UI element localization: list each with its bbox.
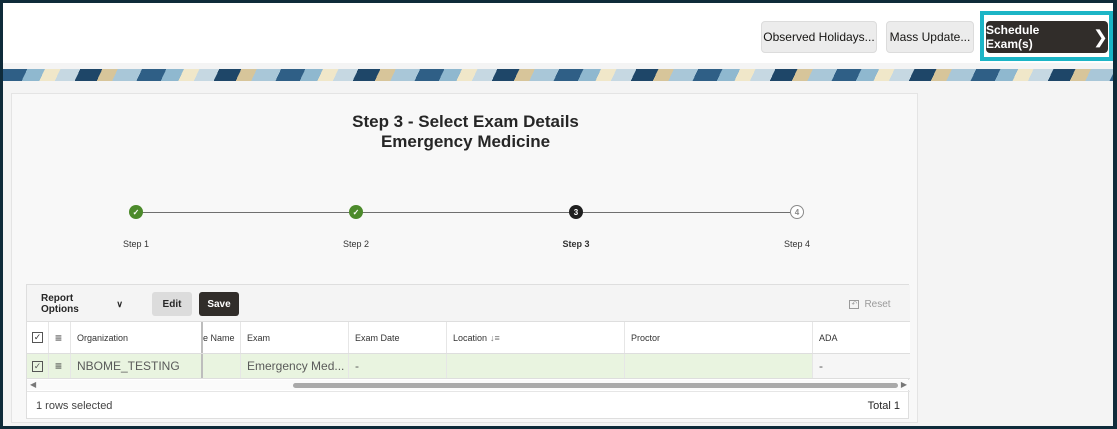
page-title: Step 3 - Select Exam Details [352,112,579,131]
exam-details-grid: Report Options ∨ Edit Save ↶ Reset ✓ ≡ O… [26,284,910,419]
chevron-down-icon: ∨ [116,298,123,309]
row-actions-icon[interactable]: ≡ [49,354,71,378]
page-subtitle: Emergency Medicine [380,132,551,151]
decorative-banner [3,69,1113,81]
checkbox-checked-icon: ✓ [32,332,43,343]
horizontal-scrollbar[interactable]: ◀ ▶ [27,380,910,390]
report-options-label: Report Options [41,293,79,315]
reset-icon: ↶ [849,299,860,309]
step-2-label: Step 2 [342,239,370,249]
step-3-indicator: 3 [569,205,583,219]
column-header-exam[interactable]: Exam [241,322,349,353]
column-header-name[interactable]: e Name [203,322,241,353]
row-actions-header-icon[interactable]: ≡ [49,322,71,353]
step-4-indicator: 4 [790,205,804,219]
location-header-label: Location [453,332,488,343]
step-1-label: Step 1 [122,239,150,249]
rows-selected-text: 1 rows selected [36,400,113,412]
cell-name[interactable] [203,354,241,378]
button-highlight [980,11,1113,61]
progress-line [142,212,790,213]
step-2-check-icon: ✓ [349,205,363,219]
grid-toolbar: Report Options ∨ Edit Save ↶ Reset [27,285,910,322]
total-count: Total 1 [867,400,900,412]
cell-exam[interactable]: Emergency Med... [241,354,349,378]
top-toolbar: Observed Holidays... Mass Update... Sche… [3,3,1113,63]
grid-header: ✓ ≡ Organization e Name Exam Exam Date L… [27,322,910,354]
checkbox-checked-icon: ✓ [32,360,43,372]
cell-organization[interactable]: NBOME_TESTING [71,354,203,378]
select-all-checkbox[interactable]: ✓ [27,322,49,353]
column-header-location[interactable]: Location ↓≡ [447,322,625,353]
save-button[interactable]: Save [199,292,239,316]
step-4-label: Step 4 [783,239,811,249]
row-checkbox[interactable]: ✓ [27,354,49,378]
scroll-left-icon[interactable]: ◀ [30,380,36,389]
reset-button[interactable]: ↶ Reset [842,292,898,316]
grid-footer: 1 rows selected Total 1 [27,391,910,419]
column-header-organization[interactable]: Organization [71,322,203,353]
cell-ada[interactable]: - [813,354,910,378]
step-1-check-icon: ✓ [129,205,143,219]
wizard-panel: Step 3 - Select Exam Details Emergency M… [11,93,918,423]
cell-proctor[interactable] [625,354,813,378]
scrollbar-thumb[interactable] [293,383,898,388]
observed-holidays-button[interactable]: Observed Holidays... [761,21,877,53]
sort-ascending-icon: ↓≡ [490,332,500,343]
table-row[interactable]: ✓ ≡ NBOME_TESTING Emergency Med... - - [27,354,910,379]
column-header-proctor[interactable]: Proctor [625,322,813,353]
step-3-label: Step 3 [562,239,590,249]
cell-location[interactable] [447,354,625,378]
cell-exam-date[interactable]: - [349,354,447,378]
mass-update-button[interactable]: Mass Update... [886,21,974,53]
app-window: Observed Holidays... Mass Update... Sche… [3,3,1113,426]
scroll-right-icon[interactable]: ▶ [901,380,907,389]
reset-label: Reset [864,298,891,310]
column-header-exam-date[interactable]: Exam Date [349,322,447,353]
report-options-menu[interactable]: Report Options ∨ [41,292,123,316]
edit-button[interactable]: Edit [152,292,192,316]
column-header-ada[interactable]: ADA [813,322,910,353]
